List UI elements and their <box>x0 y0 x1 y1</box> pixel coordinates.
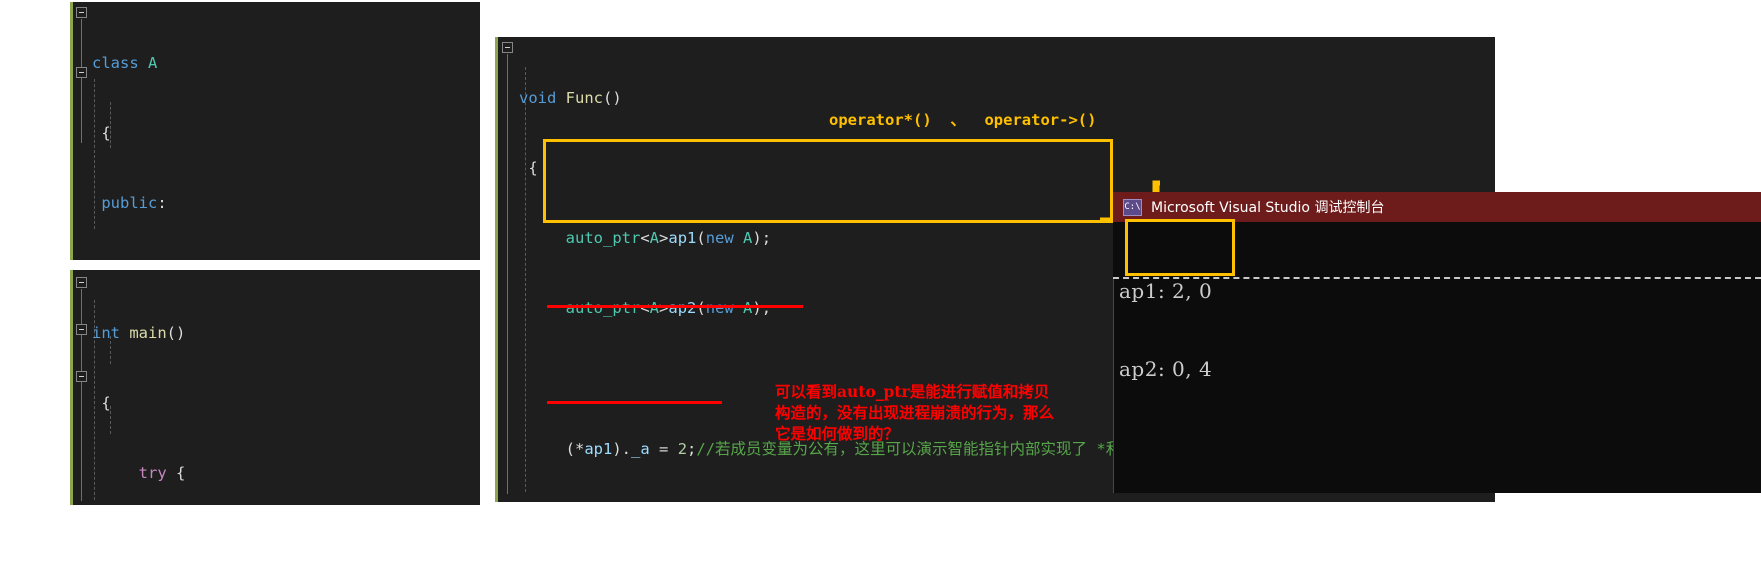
assign-underline <box>547 401 722 404</box>
collapse-toggle-class[interactable] <box>76 7 87 18</box>
code-line: public: <box>92 194 167 213</box>
code-line: try { <box>92 464 186 483</box>
scope-bar <box>70 270 73 505</box>
code-line: auto_ptr<A>ap1(new A); <box>519 229 772 248</box>
code-line: void Func() <box>519 88 622 107</box>
red-question-annotation: 可以看到auto_ptr是能进行赋值和拷贝 构造的，没有出现进程崩溃的行为，那么… <box>775 382 1055 443</box>
console-output: ap1: 2, 0 ap2: 0, 4 ap3: 333, 4 ~A() : 0… <box>1113 222 1761 493</box>
console-line: ap1: 2, 0 <box>1119 279 1213 303</box>
code-line: { <box>519 159 538 178</box>
collapse-toggle-dtor[interactable] <box>76 67 87 78</box>
code-line: { <box>92 394 111 413</box>
scope-guide-func <box>507 54 508 494</box>
console-line: ap2: 0, 4 <box>1119 357 1213 381</box>
code-line: auto_ptr<A>ap2(new A); <box>519 299 772 318</box>
code-line: int main() <box>92 323 186 342</box>
scope-guide-main <box>81 289 82 501</box>
copy-underline <box>547 305 803 308</box>
collapse-toggle-catch[interactable] <box>76 371 87 382</box>
main-function-code-panel[interactable]: int main() { try { Func(); } catch (...)… <box>70 270 480 505</box>
console-title-bar[interactable]: C:\ Microsoft Visual Studio 调试控制台 <box>1113 192 1761 222</box>
console-spacer <box>1119 434 1761 447</box>
operator-annotation-label: operator*() 、 operator->() <box>829 111 1097 129</box>
collapse-toggle-try[interactable] <box>76 324 87 335</box>
console-separator-dashed <box>1113 277 1761 279</box>
code-line: { <box>92 124 111 143</box>
code-line: class A <box>92 53 158 72</box>
scope-guide-class <box>81 19 82 143</box>
collapse-toggle-main[interactable] <box>76 277 87 288</box>
console-app-icon: C:\ <box>1123 198 1142 216</box>
console-window[interactable]: C:\ Microsoft Visual Studio 调试控制台 ap1: 2… <box>1113 192 1761 493</box>
scope-bar <box>70 2 73 260</box>
scope-bar <box>495 37 498 502</box>
collapse-toggle-func[interactable] <box>502 42 513 53</box>
console-left-border <box>1113 277 1114 493</box>
screenshot-stage: class A { public: ~A() { cout << "~A() :… <box>0 0 1761 585</box>
class-a-code-panel[interactable]: class A { public: ~A() { cout << "~A() :… <box>70 2 480 260</box>
console-title-text: Microsoft Visual Studio 调试控制台 <box>1151 200 1385 216</box>
